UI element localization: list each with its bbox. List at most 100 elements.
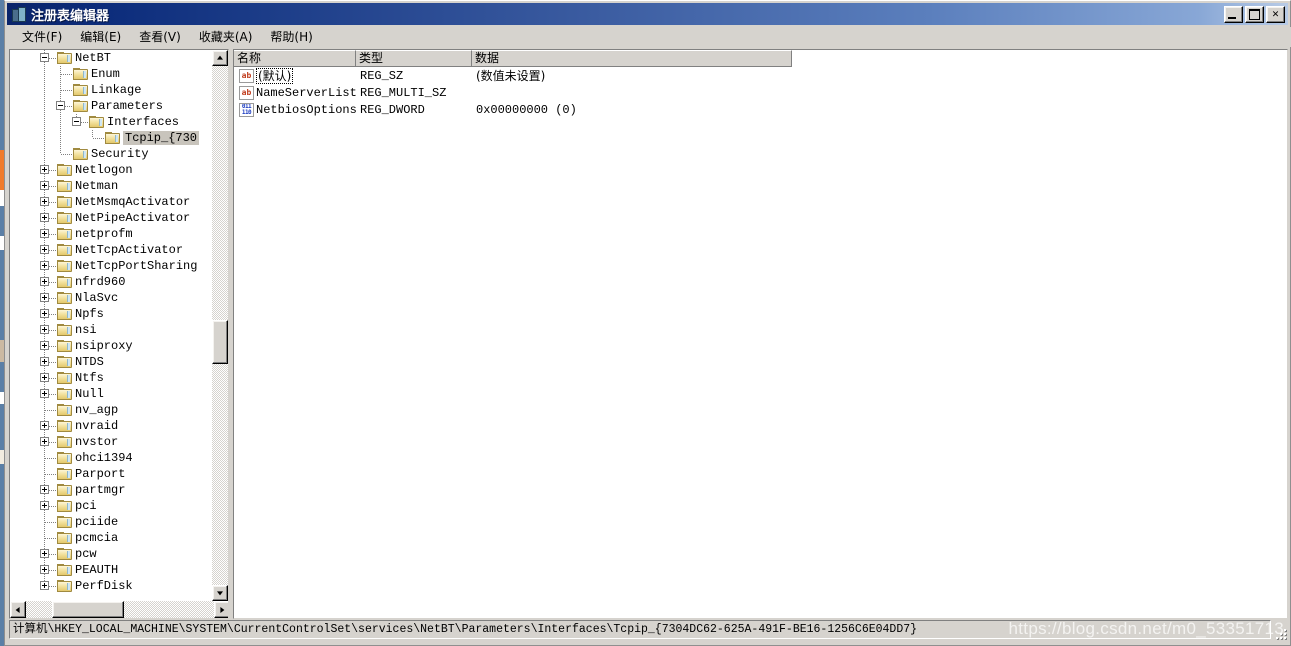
tree-item-netman[interactable]: Netman xyxy=(10,178,215,194)
tree-scroll-down-button[interactable] xyxy=(212,585,228,601)
expand-plus-icon[interactable] xyxy=(40,245,49,254)
registry-value-list[interactable]: 名称 类型 数据 ab (默认) REG_SZ (数值未设置) ab NameServer… xyxy=(233,49,1288,619)
tree-item-netprofm[interactable]: netprofm xyxy=(10,226,215,242)
expand-plus-icon[interactable] xyxy=(40,549,49,558)
tree-item-nsiproxy[interactable]: nsiproxy xyxy=(10,338,215,354)
tree-item-nvstor[interactable]: nvstor xyxy=(10,434,215,450)
tree-item-netlogon[interactable]: Netlogon xyxy=(10,162,215,178)
expand-plus-icon[interactable] xyxy=(40,357,49,366)
tree-item-ntds[interactable]: NTDS xyxy=(10,354,215,370)
value-name: NetbiosOptions xyxy=(256,103,357,117)
tree-item-pcw[interactable]: pcw xyxy=(10,546,215,562)
folder-icon xyxy=(57,516,73,529)
expand-plus-icon[interactable] xyxy=(40,293,49,302)
expand-plus-icon[interactable] xyxy=(40,309,49,318)
expand-plus-icon[interactable] xyxy=(40,197,49,206)
string-value-icon: ab xyxy=(239,86,254,100)
resize-grip[interactable] xyxy=(1273,626,1286,639)
folder-icon xyxy=(57,244,73,257)
tree-item-label: Npfs xyxy=(75,307,104,321)
expand-plus-icon[interactable] xyxy=(40,437,49,446)
tree-item-nettcpportsharing[interactable]: NetTcpPortSharing xyxy=(10,258,215,274)
tree-item-null[interactable]: Null xyxy=(10,386,215,402)
expand-plus-icon[interactable] xyxy=(40,325,49,334)
expand-plus-icon[interactable] xyxy=(40,341,49,350)
expand-plus-icon[interactable] xyxy=(40,373,49,382)
value-name: (默认) xyxy=(256,68,294,84)
expand-plus-icon[interactable] xyxy=(40,181,49,190)
expand-plus-icon[interactable] xyxy=(40,501,49,510)
window-title: 注册表编辑器 xyxy=(31,8,110,24)
expand-plus-icon[interactable] xyxy=(40,565,49,574)
tree-scroll-right-button[interactable] xyxy=(214,601,228,618)
menu-help[interactable]: 帮助(H) xyxy=(261,26,321,48)
registry-editor-icon xyxy=(10,6,26,22)
tree-item-pci[interactable]: pci xyxy=(10,498,215,514)
tree-vertical-scrollbar[interactable] xyxy=(212,50,228,601)
tree-vscroll-thumb[interactable] xyxy=(212,320,228,364)
tree-item-ohci1394[interactable]: ohci1394 xyxy=(10,450,215,466)
title-bar[interactable]: 注册表编辑器 ✕ xyxy=(7,3,1288,25)
tree-scroll-up-button[interactable] xyxy=(212,50,228,66)
tree-item-nlasvc[interactable]: NlaSvc xyxy=(10,290,215,306)
tree-item-pcmcia[interactable]: pcmcia xyxy=(10,530,215,546)
expand-plus-icon[interactable] xyxy=(40,581,49,590)
column-header-type[interactable]: 类型 xyxy=(356,50,472,67)
folder-icon xyxy=(57,292,73,305)
expand-plus-icon[interactable] xyxy=(40,485,49,494)
tree-horizontal-scrollbar[interactable] xyxy=(10,601,228,618)
collapse-minus-icon[interactable] xyxy=(56,101,65,110)
tree-item-netmsmqactivator[interactable]: NetMsmqActivator xyxy=(10,194,215,210)
column-header-data[interactable]: 数据 xyxy=(472,50,792,67)
tree-item-nv_agp[interactable]: nv_agp xyxy=(10,402,215,418)
collapse-minus-icon[interactable] xyxy=(72,117,81,126)
expand-plus-icon[interactable] xyxy=(40,213,49,222)
tree-item-label: nv_agp xyxy=(75,403,119,417)
collapse-minus-icon[interactable] xyxy=(40,53,49,62)
tree-item-nettcpactivator[interactable]: NetTcpActivator xyxy=(10,242,215,258)
folder-icon xyxy=(57,564,73,577)
tree-item-nfrd960[interactable]: nfrd960 xyxy=(10,274,215,290)
expand-plus-icon[interactable] xyxy=(40,229,49,238)
tree-item-tcpip_730[interactable]: Tcpip_{730 xyxy=(10,130,215,146)
value-row[interactable]: ab NameServerList REG_MULTI_SZ xyxy=(234,85,1284,102)
tree-item-nsi[interactable]: nsi xyxy=(10,322,215,338)
folder-icon xyxy=(73,100,89,113)
menu-view[interactable]: 查看(V) xyxy=(130,26,190,48)
minimize-button[interactable] xyxy=(1224,6,1243,23)
menu-edit[interactable]: 编辑(E) xyxy=(71,26,130,48)
value-row[interactable]: 011 110 NetbiosOptions REG_DWORD 0x00000000 … xyxy=(234,102,1284,119)
tree-item-ntfs[interactable]: Ntfs xyxy=(10,370,215,386)
tree-item-parameters[interactable]: Parameters xyxy=(10,98,215,114)
column-header-name[interactable]: 名称 xyxy=(234,50,356,67)
tree-item-security[interactable]: Security xyxy=(10,146,215,162)
expand-plus-icon[interactable] xyxy=(40,277,49,286)
value-row[interactable]: ab (默认) REG_SZ (数值未设置) xyxy=(234,68,1284,85)
tree-item-partmgr[interactable]: partmgr xyxy=(10,482,215,498)
tree-hscroll-thumb[interactable] xyxy=(52,601,124,618)
expand-plus-icon[interactable] xyxy=(40,165,49,174)
tree-item-peauth[interactable]: PEAUTH xyxy=(10,562,215,578)
expand-plus-icon[interactable] xyxy=(40,389,49,398)
tree-item-linkage[interactable]: Linkage xyxy=(10,82,215,98)
tree-item-netpipeactivator[interactable]: NetPipeActivator xyxy=(10,210,215,226)
tree-scroll-left-button[interactable] xyxy=(10,601,26,618)
menu-favorites[interactable]: 收藏夹(A) xyxy=(190,26,262,48)
tree-item-netbt[interactable]: NetBT xyxy=(10,50,215,66)
tree-item-npfs[interactable]: Npfs xyxy=(10,306,215,322)
tree-item-enum[interactable]: Enum xyxy=(10,66,215,82)
folder-icon xyxy=(57,212,73,225)
maximize-button[interactable] xyxy=(1245,6,1264,23)
expand-plus-icon[interactable] xyxy=(40,261,49,270)
tree-item-label: nfrd960 xyxy=(75,275,126,289)
tree-item-perfdisk[interactable]: PerfDisk xyxy=(10,578,215,594)
folder-icon xyxy=(57,532,73,545)
tree-item-nvraid[interactable]: nvraid xyxy=(10,418,215,434)
tree-item-interfaces[interactable]: Interfaces xyxy=(10,114,215,130)
tree-item-pciide[interactable]: pciide xyxy=(10,514,215,530)
close-button[interactable]: ✕ xyxy=(1266,6,1285,23)
expand-plus-icon[interactable] xyxy=(40,421,49,430)
menu-file[interactable]: 文件(F) xyxy=(13,26,71,48)
registry-key-tree[interactable]: NetBT Enum Linkage Parameters Interfaces Tcpi… xyxy=(9,49,229,619)
tree-item-parport[interactable]: Parport xyxy=(10,466,215,482)
